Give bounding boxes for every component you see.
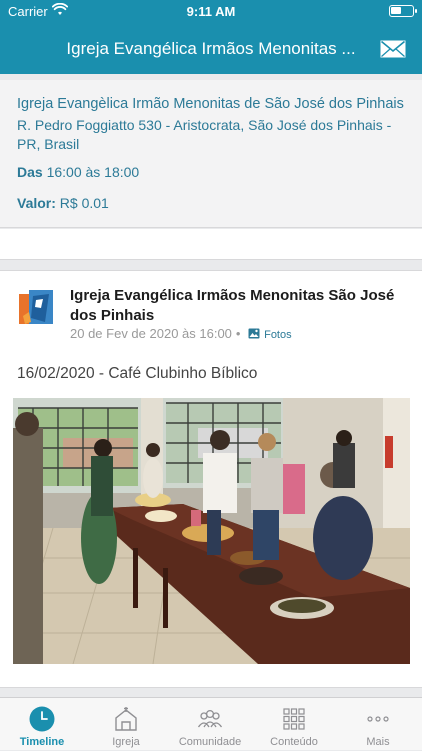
photos-link[interactable]: Fotos	[248, 328, 292, 341]
value-amount: R$ 0.01	[59, 195, 109, 211]
tab-label: Comunidade	[178, 736, 242, 748]
battery-icon	[389, 5, 417, 17]
tab-comunidade[interactable]: Comunidade	[168, 698, 252, 751]
post-title: 16/02/2020 - Café Clubinho Bíblico	[17, 365, 258, 382]
tab-label: Timeline	[19, 736, 65, 748]
event-location-name: Igreja Evangèlica Irmão Menonitas de São…	[17, 96, 404, 112]
people-icon	[197, 709, 223, 728]
timeline-post[interactable]: Igreja Evangélica Irmãos Menonitas São J…	[0, 270, 422, 688]
clock-time: 9:11 AM	[186, 4, 236, 19]
status-bar: Carrier 9:11 AM	[0, 0, 422, 22]
divider-strip	[0, 229, 422, 260]
photos-label: Fotos	[264, 329, 292, 341]
tab-conteudo[interactable]: Conteúdo	[252, 698, 336, 751]
more-icon	[367, 716, 389, 722]
page-title: Igreja Evangélica Irmãos Menonitas ...	[66, 39, 356, 58]
clock-icon	[29, 706, 55, 732]
post-photo[interactable]	[13, 398, 410, 664]
value-label: Valor:	[17, 195, 56, 211]
tab-timeline[interactable]: Timeline	[0, 698, 84, 751]
hours-label: Das	[17, 164, 43, 180]
tab-igreja[interactable]: Igreja	[84, 698, 168, 751]
event-address[interactable]: R. Pedro Foggiatto 530 - Aristocrata, Sã…	[17, 116, 397, 154]
church-logo-icon	[19, 290, 53, 324]
meta-separator: •	[235, 326, 241, 341]
hours-value: 16:00 às 18:00	[46, 164, 140, 180]
post-date: 20 de Fev de 2020 às 16:00	[70, 326, 232, 341]
nav-bar: Igreja Evangélica Irmãos Menonitas ...	[0, 22, 422, 74]
tab-label: Conteúdo	[270, 736, 318, 748]
event-value: Valor: R$ 0.01	[17, 195, 109, 211]
event-card[interactable]: Igreja Evangèlica Irmão Menonitas de São…	[0, 80, 422, 228]
church-icon	[115, 707, 137, 731]
post-meta: 20 de Fev de 2020 às 16:00 • Fotos	[70, 326, 292, 341]
photo-icon	[248, 328, 260, 339]
grid-icon	[283, 708, 305, 730]
event-hours: Das 16:00 às 18:00	[17, 164, 139, 180]
mail-icon[interactable]	[380, 40, 406, 58]
post-author[interactable]: Igreja Evangélica Irmãos Menonitas São J…	[70, 286, 410, 326]
tab-bar: Timeline Igreja Comunidade Conteúdo Mais	[0, 697, 422, 750]
tab-label: Mais	[366, 736, 390, 748]
tab-label: Igreja	[112, 736, 140, 748]
tab-mais[interactable]: Mais	[336, 698, 420, 751]
